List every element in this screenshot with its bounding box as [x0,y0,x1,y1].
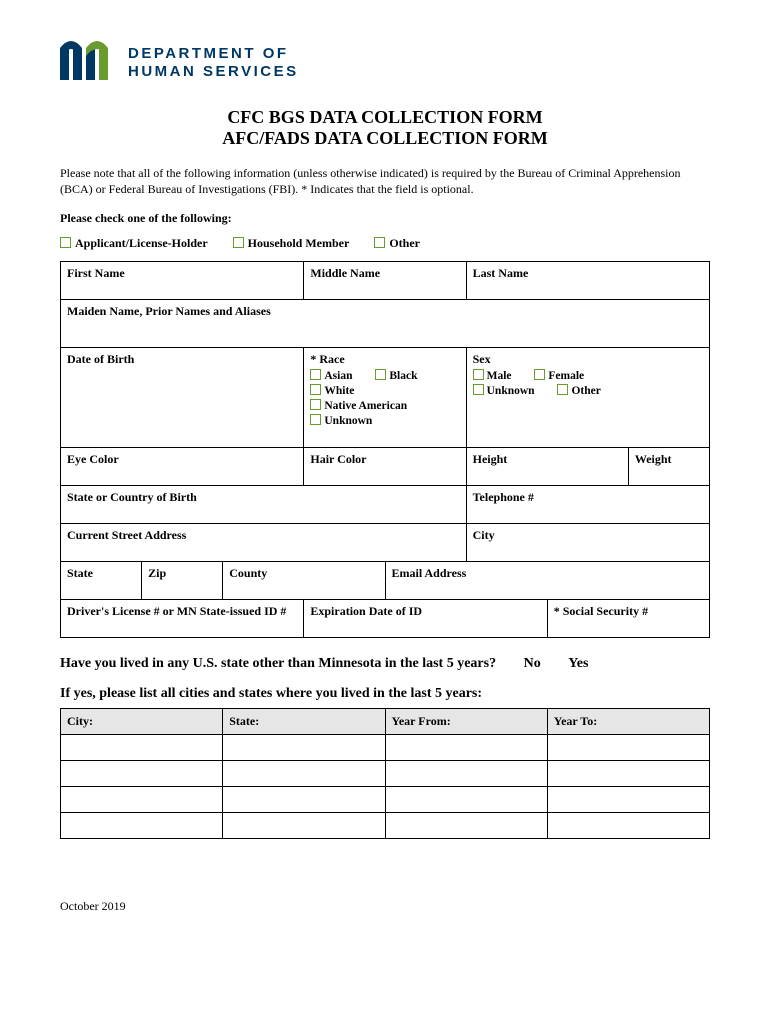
main-form-table: First Name Middle Name Last Name Maiden … [60,261,710,638]
field-first-name[interactable]: First Name [61,262,304,300]
history-cell[interactable] [223,787,385,813]
checkbox-sex-other[interactable] [557,384,568,395]
history-cell[interactable] [385,813,547,839]
checkbox-applicant[interactable] [60,237,71,248]
title-block: CFC BGS DATA COLLECTION FORM AFC/FADS DA… [60,107,710,149]
field-dob[interactable]: Date of Birth [61,348,304,448]
history-header-year-to: Year To: [547,709,709,735]
history-cell[interactable] [547,787,709,813]
field-weight[interactable]: Weight [628,448,709,486]
history-header-year-from: Year From: [385,709,547,735]
field-state[interactable]: State [61,562,142,600]
footer-date: October 2019 [60,899,710,914]
history-cell[interactable] [547,761,709,787]
history-cell[interactable] [61,761,223,787]
history-cell[interactable] [223,761,385,787]
checkbox-other[interactable] [374,237,385,248]
mn-logo-icon [60,40,116,85]
logo-text: DEPARTMENT OF HUMAN SERVICES [128,45,299,80]
checkbox-race-black[interactable] [375,369,386,380]
field-birth-state[interactable]: State or Country of Birth [61,486,467,524]
history-cell[interactable] [385,735,547,761]
field-sex: Sex Male Female Unknown Other [466,348,709,448]
checkbox-race-native[interactable] [310,399,321,410]
history-header-state: State: [223,709,385,735]
history-cell[interactable] [223,813,385,839]
history-cell[interactable] [547,813,709,839]
field-email[interactable]: Email Address [385,562,710,600]
field-race: * Race Asian Black White Native American… [304,348,466,448]
field-county[interactable]: County [223,562,385,600]
logo: DEPARTMENT OF HUMAN SERVICES [60,40,710,85]
field-city[interactable]: City [466,524,709,562]
field-eye-color[interactable]: Eye Color [61,448,304,486]
history-cell[interactable] [385,761,547,787]
field-zip[interactable]: Zip [142,562,223,600]
page: DEPARTMENT OF HUMAN SERVICES CFC BGS DAT… [0,0,770,944]
history-cell[interactable] [61,787,223,813]
field-hair-color[interactable]: Hair Color [304,448,466,486]
label-other: Other [389,236,420,250]
checkbox-household[interactable] [233,237,244,248]
field-last-name[interactable]: Last Name [466,262,709,300]
question-lived-other-state: Have you lived in any U.S. state other t… [60,656,710,672]
history-table: City: State: Year From: Year To: [60,708,710,839]
check-options-row: Applicant/License-Holder Household Membe… [60,236,710,251]
question-list-cities: If yes, please list all cities and state… [60,686,710,702]
title-line2: AFC/FADS DATA COLLECTION FORM [60,128,710,149]
title-line1: CFC BGS DATA COLLECTION FORM [60,107,710,128]
history-cell[interactable] [223,735,385,761]
field-maiden-name[interactable]: Maiden Name, Prior Names and Aliases [61,300,710,348]
checkbox-race-white[interactable] [310,384,321,395]
label-household: Household Member [248,236,350,250]
checkbox-sex-female[interactable] [534,369,545,380]
checkbox-race-asian[interactable] [310,369,321,380]
field-address[interactable]: Current Street Address [61,524,467,562]
checkbox-sex-unknown[interactable] [473,384,484,395]
checkbox-sex-male[interactable] [473,369,484,380]
intro-text: Please note that all of the following in… [60,165,710,197]
checkbox-race-unknown[interactable] [310,414,321,425]
history-cell[interactable] [61,813,223,839]
history-header-city: City: [61,709,223,735]
field-ssn[interactable]: * Social Security # [547,600,709,638]
field-drivers-license[interactable]: Driver's License # or MN State-issued ID… [61,600,304,638]
field-middle-name[interactable]: Middle Name [304,262,466,300]
field-expiration[interactable]: Expiration Date of ID [304,600,547,638]
logo-line1: DEPARTMENT OF [128,45,289,62]
answer-yes[interactable]: Yes [568,656,588,672]
field-telephone[interactable]: Telephone # [466,486,709,524]
check-header: Please check one of the following: [60,211,710,226]
history-cell[interactable] [385,787,547,813]
answer-no[interactable]: No [524,656,541,672]
logo-line2: HUMAN SERVICES [128,63,299,80]
history-cell[interactable] [61,735,223,761]
history-cell[interactable] [547,735,709,761]
field-height[interactable]: Height [466,448,628,486]
label-applicant: Applicant/License-Holder [75,236,208,250]
